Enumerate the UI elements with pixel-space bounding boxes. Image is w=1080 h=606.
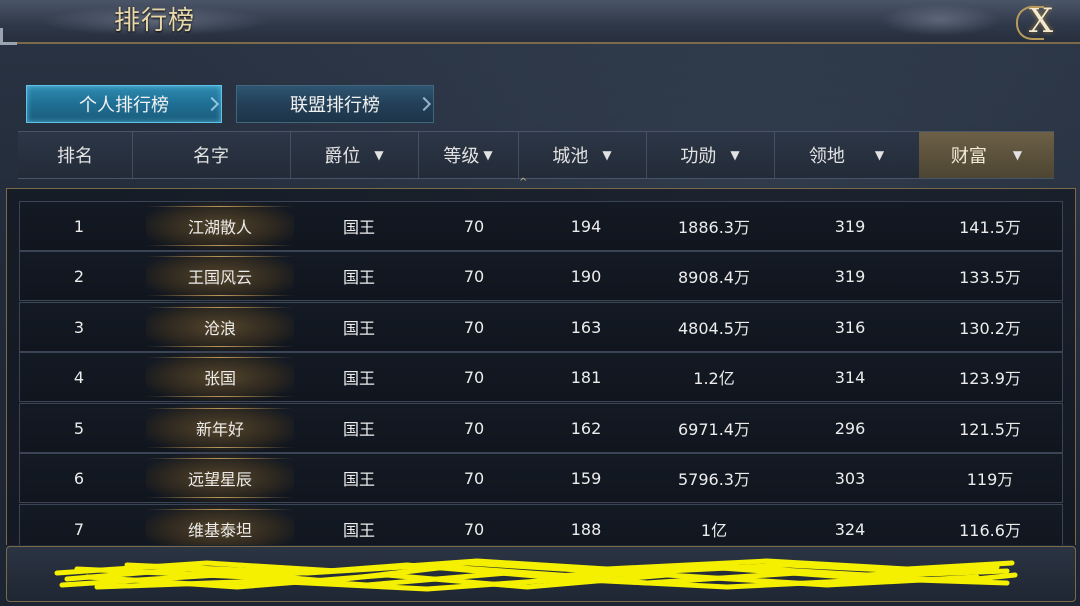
rank-cell: 4 [73, 367, 85, 387]
column-label: 功勋 [680, 146, 717, 167]
merit-cell: 1.2亿 [693, 369, 735, 388]
title-cell: 国王 [342, 369, 375, 388]
player-name-cell: 张国 [146, 353, 294, 401]
column-label: 爵位 [324, 146, 361, 167]
level-cell: 70 [463, 468, 485, 488]
column-label: 等级 [443, 146, 480, 167]
player-name-cell: 维基泰坦 [146, 505, 294, 545]
merit-cell: 4804.5万 [678, 319, 750, 338]
cities-cell: 159 [570, 468, 602, 488]
wealth-cell: 133.5万 [959, 268, 1021, 287]
cities-cell: 188 [570, 519, 602, 539]
table-row[interactable]: 4 张国 国王 70 181 1.2亿 314 123.9万 [19, 352, 1063, 402]
cities-cell: 194 [570, 216, 602, 236]
wealth-cell: 141.5万 [959, 218, 1021, 237]
column-header-merit[interactable]: 功勋 ▼ [646, 132, 775, 178]
sort-arrow-icon: ▼ [874, 148, 885, 162]
table-header: 排名 名字 爵位 ▼ 等级 ▼ 城池 ▼ 功勋 ▼ 领地 ▼ 财富 ▼ [18, 131, 1054, 179]
column-label: 财富 [950, 146, 987, 167]
my-rank-bar [6, 546, 1076, 602]
table-row[interactable]: 7 维基泰坦 国王 70 188 1亿 324 116.6万 [19, 504, 1063, 545]
rank-cell: 7 [73, 519, 85, 539]
territory-cell: 316 [834, 317, 866, 337]
territory-cell: 319 [834, 266, 866, 286]
wealth-cell: 119万 [966, 470, 1014, 489]
level-cell: 70 [463, 266, 485, 286]
player-name-cell: 新年好 [146, 404, 294, 452]
wealth-cell: 121.5万 [959, 420, 1021, 439]
territory-cell: 314 [834, 367, 866, 387]
level-cell: 70 [463, 367, 485, 387]
title-cell: 国王 [342, 470, 375, 489]
sort-arrow-icon: ▼ [602, 148, 612, 162]
window-title: 排行榜 [114, 6, 196, 36]
title-cell: 国王 [342, 521, 375, 540]
territory-cell: 303 [834, 468, 866, 488]
merit-cell: 8908.4万 [678, 268, 750, 287]
sort-arrow-icon: ▼ [730, 148, 740, 162]
column-header-cities[interactable]: 城池 ▼ [518, 132, 647, 178]
title-cell: 国王 [342, 319, 375, 338]
cities-cell: 162 [570, 418, 602, 438]
ranking-list[interactable]: 1 江湖散人 国王 70 194 1886.3万 319 141.5万 2 王国… [6, 188, 1076, 545]
caret-up-icon: ^ [519, 177, 528, 188]
player-name-cell: 江湖散人 [146, 202, 294, 250]
player-name-cell: 沧浪 [146, 303, 294, 351]
redaction-scribble [54, 558, 1018, 592]
table-row[interactable]: 6 远望星辰 国王 70 159 5796.3万 303 119万 [19, 453, 1063, 503]
column-label: 领地 [808, 146, 845, 167]
player-name-cell: 远望星辰 [146, 454, 294, 502]
level-cell: 70 [463, 418, 485, 438]
cities-cell: 163 [570, 317, 602, 337]
rank-cell: 3 [73, 317, 85, 337]
level-cell: 70 [463, 317, 485, 337]
level-cell: 70 [463, 519, 485, 539]
corner-ornament [0, 28, 17, 45]
merit-cell: 1886.3万 [678, 218, 750, 237]
merit-cell: 6971.4万 [678, 420, 750, 439]
wealth-cell: 116.6万 [959, 521, 1021, 540]
table-row[interactable]: 2 王国风云 国王 70 190 8908.4万 319 133.5万 [19, 251, 1063, 301]
column-header-title[interactable]: 爵位 ▼ [290, 132, 419, 178]
table-row[interactable]: 5 新年好 国王 70 162 6971.4万 296 121.5万 [19, 403, 1063, 453]
rank-cell: 2 [73, 266, 85, 286]
column-header-level[interactable]: 等级 ▼ [418, 132, 519, 178]
column-label: 排名 [57, 146, 93, 167]
sort-arrow-icon: ▼ [374, 148, 384, 162]
column-header-rank: 排名 [18, 132, 133, 178]
player-name-cell: 王国风云 [146, 252, 294, 300]
column-label: 城池 [552, 146, 589, 167]
territory-cell: 296 [834, 418, 866, 438]
sort-arrow-icon: ▼ [1012, 148, 1023, 162]
rank-cell: 6 [73, 468, 85, 488]
ranking-window: 排行榜 X 个人排行榜 联盟排行榜 排名 名字 爵位 ▼ 等级 ▼ 城池 ▼ 功… [0, 0, 1080, 606]
territory-cell: 319 [834, 216, 866, 236]
cities-cell: 181 [570, 367, 602, 387]
cities-cell: 190 [570, 266, 602, 286]
tab-alliance-ranking[interactable]: 联盟排行榜 [236, 85, 434, 123]
tab-personal-ranking[interactable]: 个人排行榜 [26, 85, 222, 123]
title-cell: 国王 [342, 218, 375, 237]
title-cell: 国王 [342, 268, 375, 287]
column-header-territory[interactable]: 领地 ▼ [774, 132, 920, 178]
level-cell: 70 [463, 216, 485, 236]
close-button[interactable]: X [1012, 1, 1070, 41]
column-label: 名字 [193, 146, 229, 167]
wealth-cell: 130.2万 [959, 319, 1021, 338]
rank-cell: 1 [73, 216, 85, 236]
column-header-name: 名字 [132, 132, 291, 178]
column-header-wealth[interactable]: 财富 ▼ [919, 132, 1054, 178]
title-bar: 排行榜 X [0, 0, 1080, 44]
territory-cell: 324 [834, 519, 866, 539]
wealth-cell: 123.9万 [959, 369, 1021, 388]
title-ornament [880, 4, 1000, 36]
merit-cell: 5796.3万 [678, 470, 750, 489]
title-cell: 国王 [342, 420, 375, 439]
table-row[interactable]: 3 沧浪 国王 70 163 4804.5万 316 130.2万 [19, 302, 1063, 352]
sort-arrow-icon: ▼ [483, 148, 493, 162]
merit-cell: 1亿 [700, 521, 728, 540]
table-row[interactable]: 1 江湖散人 国王 70 194 1886.3万 319 141.5万 [19, 201, 1063, 251]
close-icon: X [1028, 1, 1054, 41]
rank-cell: 5 [73, 418, 85, 438]
